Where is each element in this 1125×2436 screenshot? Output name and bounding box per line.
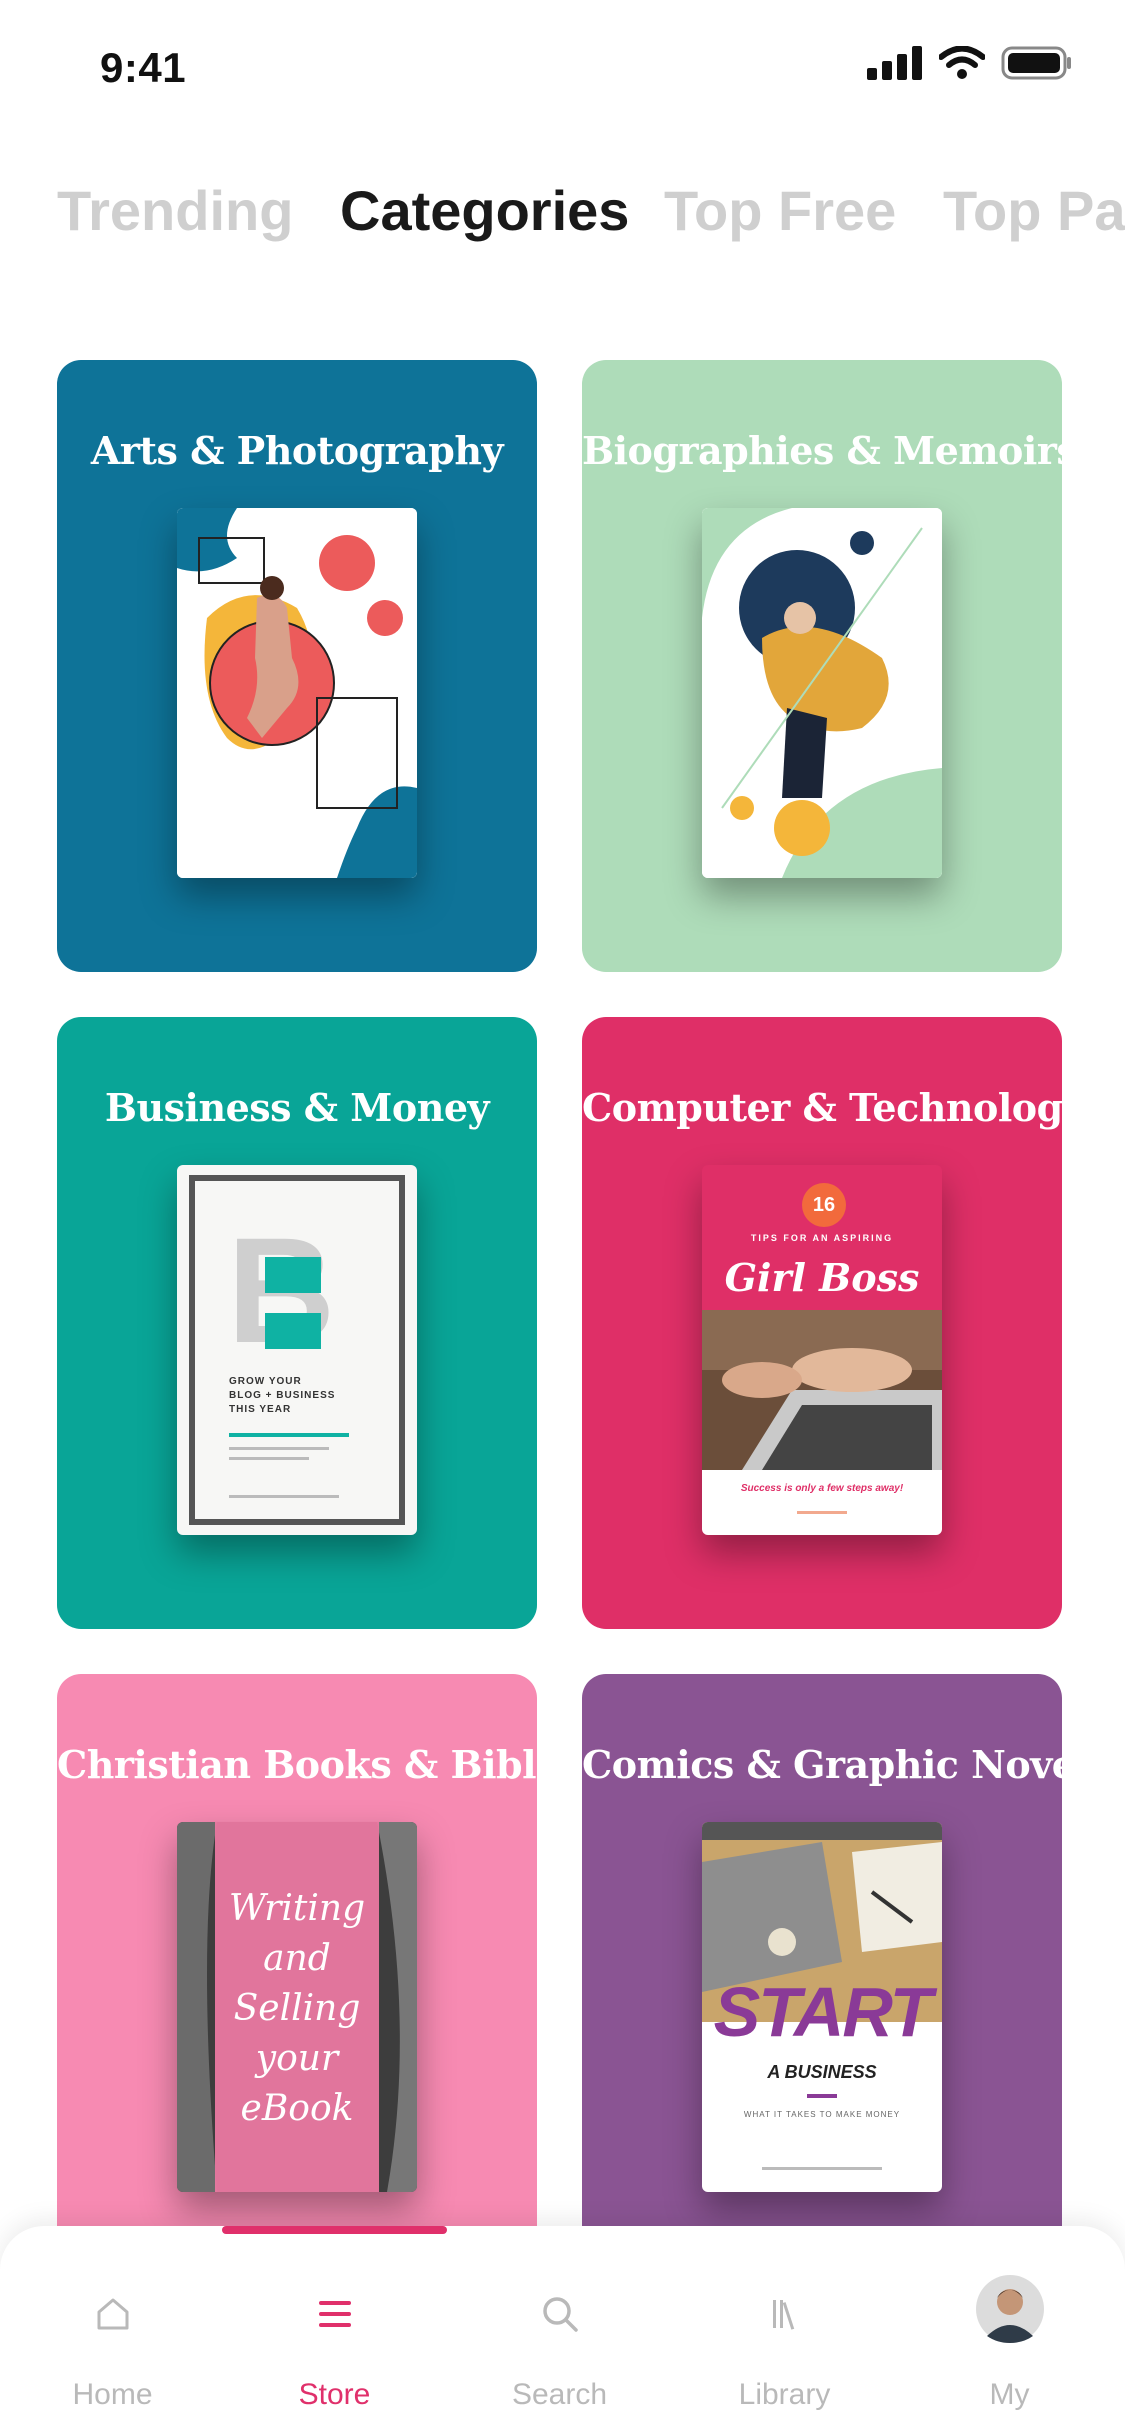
category-card-biographies[interactable]: Biographies & Memoirs [582,360,1062,972]
category-card-computer[interactable]: Computer & Technology 16 TIPS FOR AN ASP… [582,1017,1062,1629]
status-time: 9:41 [100,44,187,91]
book-cover-comics: START A BUSINESS WHAT IT TAKES TO MAKE M… [702,1822,942,2192]
cover-text-line: eBook [240,2088,354,2129]
book-cover-arts [177,508,417,878]
cover-subtitle: TIPS FOR AN ASPIRING [750,1233,894,1243]
bottom-tab-bar: Home Store Search Library My [0,2226,1125,2436]
library-icon [757,2286,813,2342]
cover-headline: START [713,1973,933,2051]
wifi-icon [939,46,985,79]
cover-photo [702,1310,942,1470]
tabbar-my[interactable]: My [897,2226,1122,2436]
category-card-comics[interactable]: Comics & Graphic Novels START A BUSINESS… [582,1674,1062,2234]
home-icon [85,2286,141,2342]
cover-text-line: and [263,1938,331,1979]
book-cover-business: B GROW YOUR BLOG + BUSINESS THIS YEAR [177,1165,417,1535]
book-cover-biographies [702,508,942,878]
cover-headline: Girl Boss [724,1255,920,1300]
category-title: Arts & Photography [90,428,504,473]
status-bar: 9:41 [0,0,1125,132]
avatar [975,2274,1045,2344]
category-card-business[interactable]: Business & Money B GROW YOUR BLOG + BUSI… [57,1017,537,1629]
tab-top-free[interactable]: Top Free [664,178,896,243]
tab-trending[interactable]: Trending [57,178,293,243]
segment-tabs: Trending Categories Top Free Top Paid [0,168,1125,258]
battery-icon [1001,46,1071,80]
cover-text-line: Selling [233,1988,361,2029]
tabbar-search[interactable]: Search [447,2226,672,2436]
tabbar-home[interactable]: Home [0,2226,225,2436]
category-title: Christian Books & Bibles [57,1742,537,1787]
tabbar-label: Home [72,2378,153,2411]
cover-number-badge: 16 [802,1183,846,1227]
tab-categories[interactable]: Categories [340,178,629,243]
cover-text-line: your [255,2038,339,2079]
cover-footer: Success is only a few steps away! [740,1483,904,1494]
category-title: Biographies & Memoirs [582,428,1062,473]
tabbar-library[interactable]: Library [672,2226,897,2436]
tabbar-label: Store [298,2378,371,2411]
tab-top-paid[interactable]: Top Paid [943,178,1125,243]
cover-subline: A BUSINESS [767,2062,877,2082]
category-title: Computer & Technology [582,1085,1062,1130]
cover-text-line: THIS YEAR [229,1404,292,1415]
tabbar-label: Search [511,2378,608,2411]
book-cover-computer: 16 TIPS FOR AN ASPIRING Girl Boss Succes… [702,1165,942,1535]
cover-footer: WHAT IT TAKES TO MAKE MONEY [743,2110,901,2119]
search-icon [532,2286,588,2342]
category-card-arts[interactable]: Arts & Photography [57,360,537,972]
cover-text-line: Writing [228,1888,366,1929]
cover-text-line: GROW YOUR [229,1376,302,1387]
category-title: Comics & Graphic Novels [582,1742,1062,1787]
book-cover-christian: Writing and Selling your eBook [177,1822,417,2192]
category-card-christian[interactable]: Christian Books & Bibles Writing and Sel… [57,1674,537,2234]
tabbar-label: Library [738,2378,831,2411]
tabbar-label: My [989,2378,1030,2411]
cover-art [177,508,417,878]
tabbar-store[interactable]: Store [222,2226,447,2436]
category-title: Business & Money [104,1085,490,1130]
status-icons [867,46,1073,80]
cover-art [702,508,942,878]
cellular-signal-icon [867,46,922,80]
store-icon [307,2286,363,2342]
cover-text-line: BLOG + BUSINESS [229,1390,336,1401]
